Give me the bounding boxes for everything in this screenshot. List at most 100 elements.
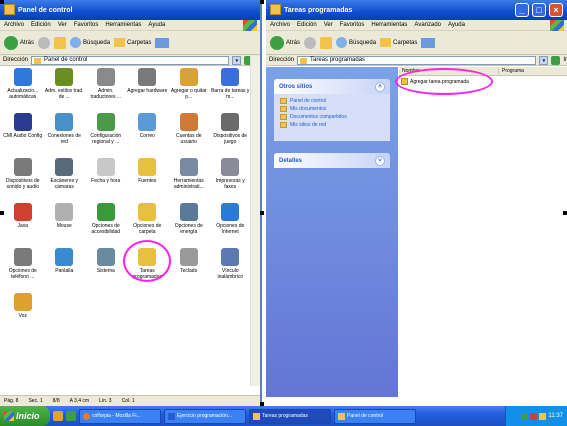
control-panel-item[interactable]: Fecha y hora bbox=[85, 156, 127, 201]
task-firefox[interactable]: colforpia - Mozilla Fi... bbox=[79, 408, 161, 424]
control-panel-item[interactable]: Opciones de Internet bbox=[210, 201, 252, 246]
link-network-places[interactable]: Mis sitios de red bbox=[274, 121, 390, 129]
resize-handle[interactable] bbox=[260, 211, 264, 215]
control-panel-item[interactable]: Voz bbox=[2, 291, 44, 336]
views-icon[interactable] bbox=[421, 37, 436, 48]
speech-icon bbox=[13, 293, 32, 311]
menu-ayuda[interactable]: Ayuda bbox=[448, 22, 465, 28]
menu-ayuda[interactable]: Ayuda bbox=[148, 22, 165, 28]
address-input[interactable]: Tareas programadas bbox=[297, 55, 537, 65]
control-panel-item[interactable]: Opciones de energía bbox=[168, 201, 210, 246]
control-panel-item[interactable]: Configuración regional y ... bbox=[85, 111, 127, 156]
control-panel-item[interactable]: Fuentes bbox=[127, 156, 169, 201]
other-sites-header[interactable]: Otros sitios ˄ bbox=[274, 79, 390, 94]
menu-ver[interactable]: Ver bbox=[58, 22, 67, 28]
resize-handle[interactable] bbox=[563, 211, 567, 215]
control-panel-item[interactable]: Agregar o quitar p... bbox=[168, 66, 210, 111]
resize-handle[interactable] bbox=[0, 211, 4, 215]
quicklaunch-icon[interactable] bbox=[53, 411, 63, 421]
control-panel-item[interactable]: Opciones de accesibilidad bbox=[85, 201, 127, 246]
task-scheduled-tasks[interactable]: Tareas programadas bbox=[249, 408, 331, 424]
resize-handle[interactable] bbox=[260, 0, 264, 4]
resize-handle[interactable] bbox=[0, 0, 4, 4]
up-folder-icon[interactable] bbox=[54, 36, 67, 49]
minimize-button[interactable]: _ bbox=[515, 3, 529, 17]
forward-button[interactable] bbox=[38, 36, 51, 49]
tray-icon[interactable] bbox=[521, 412, 529, 420]
close-button[interactable]: × bbox=[549, 3, 563, 17]
go-button-icon[interactable] bbox=[551, 55, 561, 65]
menu-avanzado[interactable]: Avanzado bbox=[414, 22, 441, 28]
control-panel-item[interactable]: Pantalla bbox=[44, 246, 86, 291]
item-label: Fuentes bbox=[138, 178, 157, 184]
folders-button[interactable]: Carpetas bbox=[114, 38, 151, 47]
scheduled-tasks-titlebar[interactable]: Tareas programadas _ □ × bbox=[266, 0, 567, 20]
control-panel-item[interactable]: Impresoras y faxes bbox=[210, 156, 252, 201]
menu-favoritos[interactable]: Favoritos bbox=[74, 22, 99, 28]
start-button[interactable]: Inicio bbox=[0, 406, 50, 426]
vertical-scrollbar[interactable] bbox=[250, 56, 260, 386]
tray-icon[interactable] bbox=[539, 412, 547, 420]
details-header[interactable]: Detalles ˅ bbox=[274, 153, 390, 168]
link-control-panel[interactable]: Panel de control bbox=[274, 97, 390, 105]
toolbar: Atrás Búsqueda Carpetas bbox=[266, 31, 567, 55]
control-panel-item[interactable]: Correo bbox=[127, 111, 169, 156]
go-label[interactable]: Ir bbox=[563, 57, 567, 63]
address-dropdown[interactable]: ▾ bbox=[539, 55, 549, 65]
control-panel-item[interactable]: Sistema bbox=[85, 246, 127, 291]
menu-herramientas[interactable]: Herramientas bbox=[371, 22, 407, 28]
link-my-documents[interactable]: Mis documentos bbox=[274, 105, 390, 113]
control-panel-item[interactable]: Barra de tareas y m... bbox=[210, 66, 252, 111]
menu-edicion[interactable]: Edición bbox=[297, 22, 317, 28]
control-panel-item[interactable]: Conexiones de red bbox=[44, 111, 86, 156]
forward-button[interactable] bbox=[304, 36, 317, 49]
control-panel-item[interactable]: Agregar hardware bbox=[127, 66, 169, 111]
control-panel-item[interactable]: Teclado bbox=[168, 246, 210, 291]
control-panel-item[interactable]: Java bbox=[2, 201, 44, 246]
menu-archivo[interactable]: Archivo bbox=[4, 22, 24, 28]
firefox-icon bbox=[83, 412, 90, 420]
folders-button[interactable]: Carpetas bbox=[380, 38, 417, 47]
search-button[interactable]: Búsqueda bbox=[336, 37, 376, 48]
column-program[interactable]: Programa bbox=[499, 68, 524, 74]
control-panel-item[interactable]: Tareas programadas bbox=[122, 240, 171, 291]
menu-herramientas[interactable]: Herramientas bbox=[105, 22, 141, 28]
collapse-chevron-icon[interactable]: ˄ bbox=[375, 81, 385, 92]
control-panel-item[interactable]: Mouse bbox=[44, 201, 86, 246]
task-control-panel[interactable]: Panel de control bbox=[334, 408, 416, 424]
menu-archivo[interactable]: Archivo bbox=[270, 22, 290, 28]
control-panel-item[interactable]: Herramientas administrati... bbox=[168, 156, 210, 201]
link-shared-documents[interactable]: Documentos compartidos bbox=[274, 113, 390, 121]
control-panel-item[interactable]: Adm. estilos trad. de ... bbox=[44, 66, 86, 111]
search-button[interactable]: Búsqueda bbox=[70, 37, 110, 48]
back-button[interactable]: Atrás bbox=[4, 35, 34, 50]
menu-edicion[interactable]: Edición bbox=[31, 22, 51, 28]
control-panel-item[interactable]: Actualizacio... automáticas bbox=[2, 66, 44, 111]
quicklaunch-icon[interactable] bbox=[66, 411, 76, 421]
accessibility-icon bbox=[96, 203, 115, 221]
control-panel-item[interactable]: Admin. traductores ... bbox=[85, 66, 127, 111]
views-icon[interactable] bbox=[155, 37, 170, 48]
address-input[interactable]: Panel de control bbox=[31, 55, 230, 65]
maximize-button[interactable]: □ bbox=[532, 3, 546, 17]
control-panel-item[interactable]: Vínculo inalámbrico bbox=[210, 246, 252, 291]
menu-ver[interactable]: Ver bbox=[324, 22, 333, 28]
control-panel-item[interactable]: Opciones de teléfono ... bbox=[2, 246, 44, 291]
control-panel-item[interactable]: Dispositivos de juego bbox=[210, 111, 252, 156]
clock[interactable]: 11:37 bbox=[548, 413, 563, 419]
address-dropdown[interactable]: ▾ bbox=[232, 55, 242, 65]
expand-chevron-icon[interactable]: ˅ bbox=[375, 155, 385, 166]
up-folder-icon[interactable] bbox=[320, 36, 333, 49]
item-label: Mouse bbox=[56, 223, 72, 229]
control-panel-item[interactable]: CMI Audio Config bbox=[2, 111, 44, 156]
task-word-document[interactable]: Ejercicio programación... bbox=[164, 408, 246, 424]
control-panel-item[interactable]: Dispositivos de sonido y audio bbox=[2, 156, 44, 201]
tray-icon[interactable] bbox=[530, 412, 538, 420]
link-label: Mis sitios de red bbox=[290, 122, 327, 128]
details-title: Detalles bbox=[279, 157, 303, 164]
back-button[interactable]: Atrás bbox=[270, 35, 300, 50]
control-panel-item[interactable]: Escáneres y cámaras bbox=[44, 156, 86, 201]
control-panel-titlebar[interactable]: Panel de control bbox=[0, 0, 260, 20]
menu-favoritos[interactable]: Favoritos bbox=[340, 22, 365, 28]
control-panel-item[interactable]: Cuentas de usuario bbox=[168, 111, 210, 156]
